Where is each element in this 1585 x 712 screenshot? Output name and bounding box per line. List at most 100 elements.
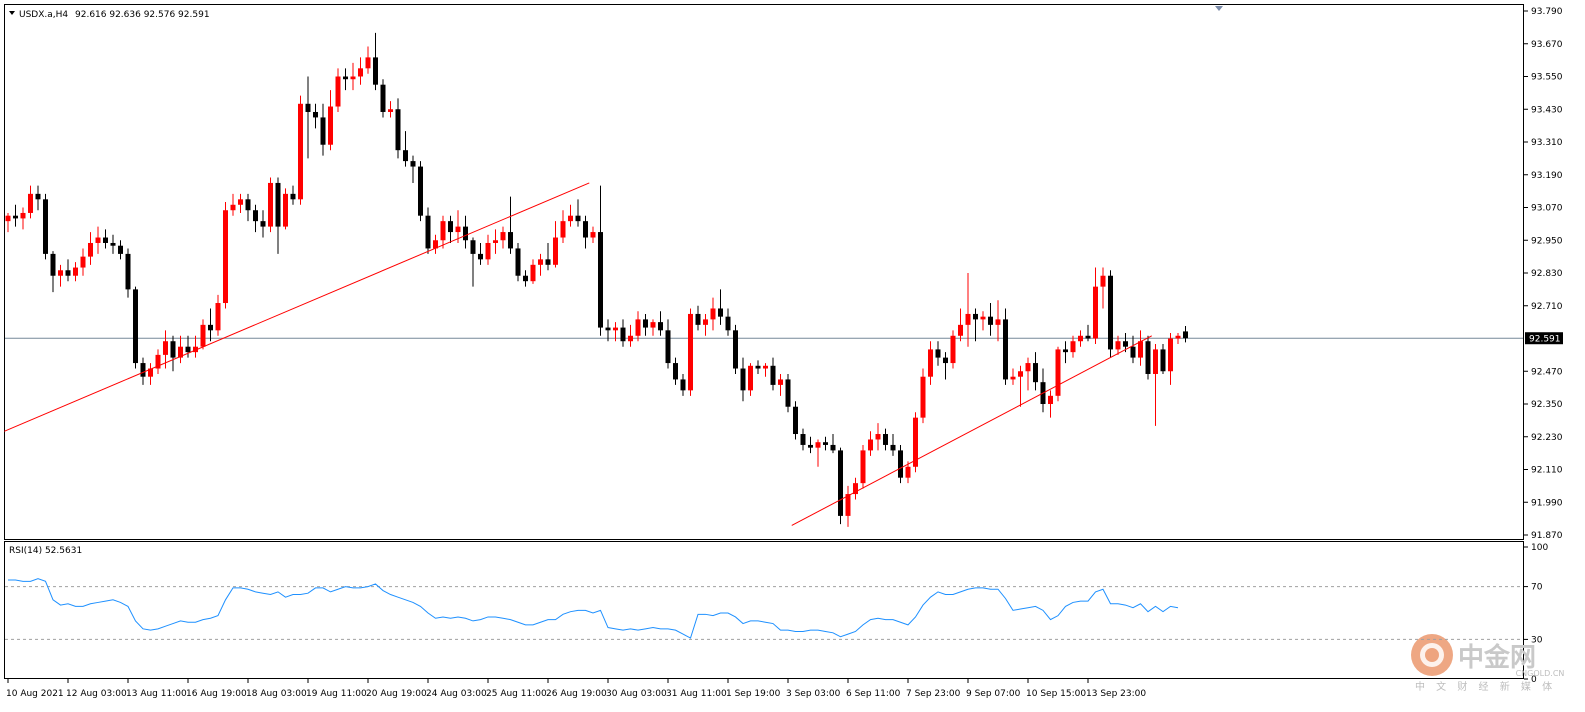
rsi-panel-frame	[4, 541, 1524, 679]
candle-body	[1123, 341, 1128, 347]
main-chart-frame	[4, 4, 1524, 540]
candle-body	[620, 327, 626, 342]
rsi-tick-label: 70	[1531, 583, 1543, 593]
candle-body	[658, 322, 663, 331]
candle-body	[800, 434, 806, 445]
candle-body	[943, 357, 948, 364]
candle-body	[643, 319, 648, 328]
candle-body	[455, 226, 461, 233]
price-tick-label: 92.950	[1531, 236, 1563, 246]
symbol-title: USDX.a,H4	[19, 10, 68, 20]
price-tick-label: 92.710	[1531, 302, 1563, 312]
price-tick-label: 93.310	[1531, 138, 1563, 148]
candle-body	[973, 313, 978, 320]
price-tick-label: 93.790	[1531, 7, 1563, 17]
candle-body	[523, 275, 528, 282]
candle-body	[1138, 341, 1143, 358]
time-tick-label: 3 Sep 03:00	[786, 689, 841, 699]
candle-body	[215, 303, 221, 331]
candle-body	[815, 442, 821, 448]
candle-body	[448, 221, 453, 233]
candle-body	[298, 103, 303, 200]
price-tick-label: 92.470	[1531, 367, 1563, 377]
time-tick-label: 1 Sep 19:00	[726, 689, 781, 699]
candle-body	[605, 327, 611, 331]
candle-body	[755, 365, 761, 369]
candle-body	[538, 259, 543, 265]
candle-body	[35, 193, 41, 200]
time-tick-label: 13 Sep 23:00	[1086, 689, 1146, 699]
candle-body	[470, 240, 476, 254]
candle-body	[883, 434, 888, 445]
candle-body	[808, 444, 813, 448]
candle-body	[1033, 363, 1038, 383]
candle-body	[920, 376, 926, 418]
ohlc-readout: 92.616 92.636 92.576 92.591	[75, 10, 210, 20]
time-axis: 10 Aug 2021 12 Aug 03:00 13 Aug 11:00 16 Au…	[6, 679, 1146, 699]
candle-body	[328, 106, 333, 145]
candle-body	[1070, 341, 1076, 353]
candle-body	[493, 240, 498, 243]
candle-body	[20, 212, 26, 219]
price-tick-label: 92.830	[1531, 269, 1563, 279]
candle-body	[868, 439, 873, 451]
candle-body	[388, 109, 393, 112]
candle-body	[1108, 275, 1113, 350]
candle-body	[1055, 349, 1061, 396]
candle-body	[290, 193, 296, 200]
candle-body	[1160, 349, 1166, 372]
candle-body	[425, 215, 431, 249]
time-tick-label: 9 Sep 07:00	[966, 689, 1021, 699]
time-tick-label: 10 Aug 2021	[6, 689, 64, 699]
candle-body	[508, 232, 513, 249]
candle-body	[718, 308, 723, 317]
candle-body	[140, 363, 146, 377]
candle-body	[58, 270, 63, 276]
candle-body	[95, 237, 101, 243]
time-tick-label: 20 Aug 19:00	[366, 689, 427, 699]
candle-body	[5, 215, 11, 222]
candle-body	[283, 193, 288, 227]
candle-body	[358, 68, 363, 77]
candle-body	[395, 109, 401, 151]
candle-body	[823, 442, 828, 445]
current-price-tag: 92.591	[1529, 335, 1561, 345]
candle-body	[890, 444, 896, 451]
candle-body	[230, 204, 236, 211]
candle-body	[830, 444, 836, 451]
time-tick-label: 7 Sep 23:00	[906, 689, 961, 699]
candle-body	[118, 245, 123, 254]
candle-body	[628, 335, 633, 342]
time-tick-label: 13 Aug 11:00	[126, 689, 187, 699]
candle-body	[725, 316, 731, 331]
candle-body	[1153, 349, 1158, 374]
candle-body	[635, 319, 641, 336]
rsi-tick-label: 100	[1531, 543, 1548, 553]
price-tick-label: 91.870	[1531, 531, 1563, 541]
candle-body	[703, 319, 708, 325]
candle-body	[740, 368, 746, 391]
candle-body	[695, 313, 701, 325]
candle-body	[410, 161, 416, 167]
candle-body	[530, 264, 536, 282]
candle-body	[688, 313, 693, 391]
candle-body	[245, 199, 251, 211]
candle-body	[305, 103, 311, 112]
candle-body	[898, 450, 903, 478]
watermark-domain: CNGOLD.CN	[1516, 669, 1565, 678]
candle-body	[785, 379, 791, 407]
candle-body	[710, 308, 716, 320]
candle-body	[928, 349, 933, 377]
candle-body	[253, 210, 258, 222]
rsi-tick-label: 0	[1531, 675, 1537, 685]
candle-body	[478, 253, 483, 260]
price-tick-label: 92.230	[1531, 433, 1563, 443]
candle-body	[65, 270, 71, 276]
candle-body	[545, 259, 551, 265]
candle-body	[1183, 331, 1188, 339]
candle-body	[320, 117, 326, 145]
candle-body	[185, 346, 191, 353]
rsi-title: RSI(14) 52.5631	[9, 546, 82, 556]
candle-body	[223, 210, 228, 304]
candle-body	[200, 324, 206, 347]
